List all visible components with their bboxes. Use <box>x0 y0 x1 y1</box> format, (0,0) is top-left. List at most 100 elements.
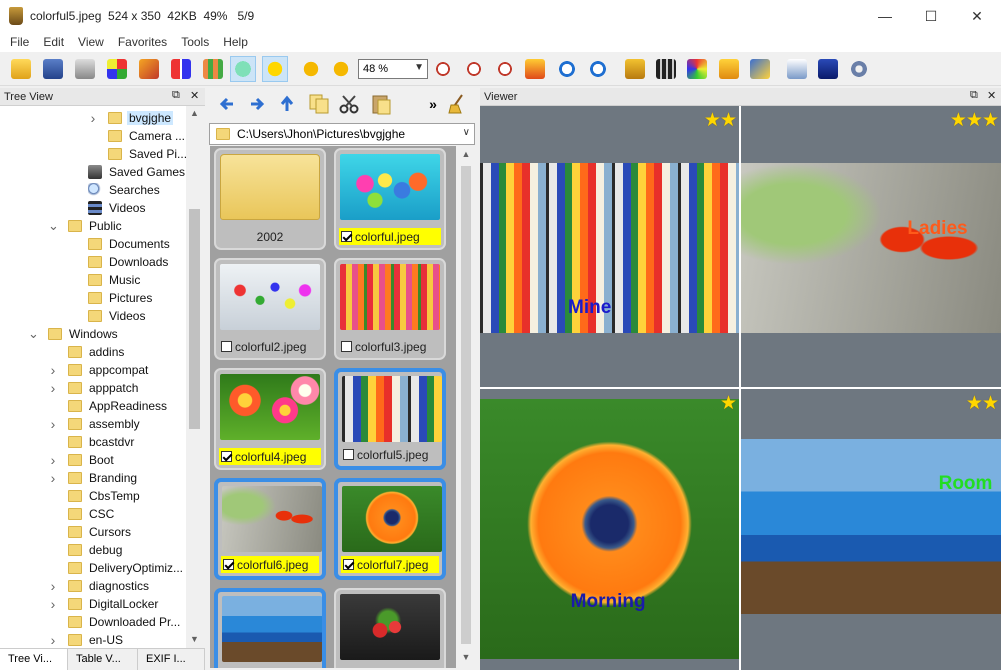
clean-broom-icon[interactable] <box>444 91 470 117</box>
maximize-button[interactable]: ☐ <box>908 0 954 32</box>
tree-item[interactable]: Documents <box>88 235 172 253</box>
image-viewer[interactable]: ★★ Mine ★★★ Ladies ★ Morning ★★ Room <box>480 106 1001 670</box>
prev-arrow-icon[interactable] <box>298 56 324 82</box>
zoom-in-icon[interactable] <box>430 56 456 82</box>
viewer-cell[interactable]: ★ Morning <box>480 389 739 670</box>
rotate-right-icon[interactable] <box>554 56 580 82</box>
zoom-select[interactable]: 48 % ▼ <box>358 59 428 79</box>
tree-item[interactable]: › bvgjghe <box>91 109 174 127</box>
float-panel-icon[interactable]: ⧉ <box>970 89 978 102</box>
close-button[interactable]: ✕ <box>954 0 1000 32</box>
float-panel-icon[interactable]: ⧉ <box>172 89 180 102</box>
cut-icon[interactable] <box>336 91 362 117</box>
thumbnail-item[interactable]: colorful.jpeg <box>334 148 446 250</box>
tree-item[interactable]: addins <box>68 343 126 361</box>
expand-chevron-icon[interactable]: › <box>48 470 58 486</box>
back-icon[interactable] <box>214 91 240 117</box>
thumbnail-checkbox[interactable] <box>343 449 354 460</box>
tree-item[interactable]: Videos <box>88 307 147 325</box>
tree-item[interactable]: Music <box>88 271 142 289</box>
close-panel-icon[interactable]: ✕ <box>987 89 996 102</box>
menu-help[interactable]: Help <box>216 35 255 49</box>
crop-icon[interactable] <box>622 56 648 82</box>
thumbnail-item[interactable] <box>214 588 326 668</box>
forward-icon[interactable] <box>244 91 270 117</box>
thumbnail-checkbox[interactable] <box>221 451 232 462</box>
color-adjust-icon[interactable] <box>684 56 710 82</box>
tree-item[interactable]: DeliveryOptimiz... <box>68 559 185 577</box>
tree-item[interactable]: Pictures <box>88 289 154 307</box>
tree-item[interactable]: › Branding <box>51 469 139 487</box>
camera-icon[interactable] <box>815 56 841 82</box>
batch-icon[interactable] <box>784 56 810 82</box>
scroll-down-icon[interactable]: ▼ <box>186 634 203 644</box>
tree-item[interactable]: Saved Pi... <box>108 145 186 163</box>
tree-item[interactable]: bcastdvr <box>68 433 136 451</box>
thumbnail-item[interactable]: 2002 <box>214 148 326 250</box>
thumbnail-item[interactable]: colorful3.jpeg <box>334 258 446 360</box>
thumbnail-item[interactable] <box>334 588 446 668</box>
collapse-chevron-icon[interactable]: ⌄ <box>28 326 39 342</box>
rating-stars[interactable]: ★ <box>720 392 737 415</box>
thumbnail-checkbox[interactable] <box>341 231 352 242</box>
viewer-cell[interactable]: ★★★ Ladies <box>741 106 1001 387</box>
up-folder-icon[interactable] <box>274 91 300 117</box>
tree-item[interactable]: Downloaded Pr... <box>68 613 182 631</box>
rotate-left-icon[interactable] <box>585 56 611 82</box>
thumbnail-checkbox[interactable] <box>221 341 232 352</box>
tab-exif-info[interactable]: EXIF I... <box>138 649 205 670</box>
rating-stars[interactable]: ★★★ <box>950 109 999 132</box>
tree-item[interactable]: AppReadiness <box>68 397 169 415</box>
scroll-up-icon[interactable]: ▲ <box>457 149 475 159</box>
thumbnail-item[interactable]: colorful4.jpeg <box>214 368 326 470</box>
tree-item[interactable]: › DigitalLocker <box>51 595 160 613</box>
settings-gear-icon[interactable] <box>846 56 872 82</box>
viewer-cell[interactable]: ★★ Room <box>741 389 1001 670</box>
menu-edit[interactable]: Edit <box>36 35 71 49</box>
print-icon[interactable] <box>72 56 98 82</box>
expand-chevron-icon[interactable]: › <box>48 578 58 594</box>
overflow-chevron-icon[interactable]: » <box>420 91 446 117</box>
collapse-chevron-icon[interactable]: ⌄ <box>48 218 59 234</box>
tree-item[interactable]: Searches <box>88 181 162 199</box>
tree-item[interactable]: Downloads <box>88 253 170 271</box>
tree-item[interactable]: CSC <box>68 505 116 523</box>
paste-icon[interactable] <box>368 91 394 117</box>
tree-item[interactable]: › en-US <box>51 631 125 648</box>
zoom-out-icon[interactable] <box>461 56 487 82</box>
menu-file[interactable]: File <box>3 35 36 49</box>
chevron-down-icon[interactable]: ∨ <box>463 127 470 138</box>
tree-item[interactable]: › appcompat <box>51 361 150 379</box>
thumbnail-item[interactable]: colorful5.jpeg <box>334 368 446 470</box>
close-panel-icon[interactable]: ✕ <box>190 89 199 102</box>
expand-chevron-icon[interactable]: › <box>48 632 58 648</box>
expand-chevron-icon[interactable]: › <box>48 362 58 378</box>
expand-chevron-icon[interactable]: › <box>48 380 58 396</box>
save-icon[interactable] <box>40 56 66 82</box>
tree-item[interactable]: ⌄ Windows <box>28 325 120 343</box>
comment-icon[interactable] <box>230 56 256 82</box>
rating-stars[interactable]: ★★ <box>704 109 737 132</box>
minimize-button[interactable]: — <box>862 0 908 32</box>
menu-tools[interactable]: Tools <box>174 35 216 49</box>
scroll-down-icon[interactable]: ▼ <box>457 652 475 662</box>
copy-icon[interactable] <box>306 91 332 117</box>
tree-item[interactable]: › Boot <box>51 451 116 469</box>
tree-item[interactable]: › apppatch <box>51 379 140 397</box>
tab-tree-view[interactable]: Tree Vi... <box>0 649 68 670</box>
tree-item[interactable]: ⌄ Public <box>48 217 124 235</box>
slideshow-icon[interactable] <box>136 56 162 82</box>
thumbnail-checkbox[interactable] <box>341 341 352 352</box>
effects-icon[interactable] <box>747 56 773 82</box>
menu-favorites[interactable]: Favorites <box>111 35 174 49</box>
rating-stars[interactable]: ★★ <box>966 392 999 415</box>
thumbnail-scroll-thumb[interactable] <box>461 166 471 644</box>
thumbnail-checkbox[interactable] <box>223 559 234 570</box>
tree-item[interactable]: › assembly <box>51 415 142 433</box>
tree-scrollbar[interactable]: ▲ ▼ <box>186 106 203 648</box>
tree-item[interactable]: debug <box>68 541 124 559</box>
tree-scroll-thumb[interactable] <box>189 209 200 429</box>
expand-chevron-icon[interactable]: › <box>48 416 58 432</box>
tree-item[interactable]: Camera ... <box>108 127 186 145</box>
favorite-star-icon[interactable] <box>262 56 288 82</box>
